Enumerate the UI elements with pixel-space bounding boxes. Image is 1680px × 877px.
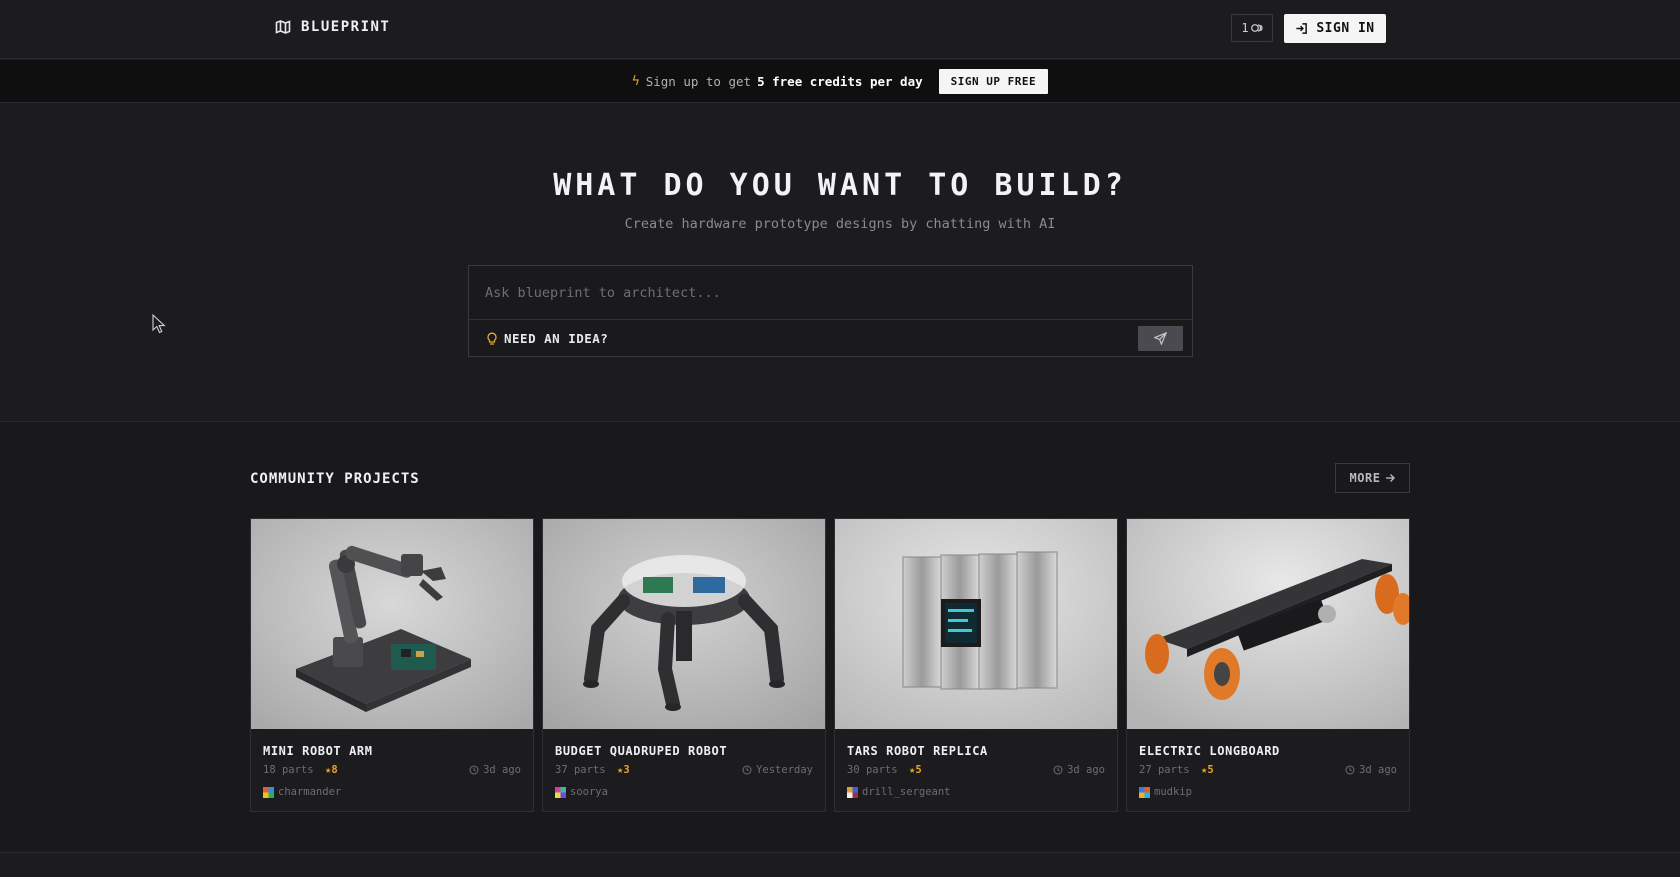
map-icon	[275, 20, 291, 34]
project-title: BUDGET QUADRUPED ROBOT	[555, 744, 728, 758]
banner-text: Sign up to get	[645, 73, 752, 89]
clock-icon	[1345, 765, 1355, 775]
quadruped-robot-image	[543, 519, 825, 729]
time-label: 3d ago	[1067, 764, 1105, 776]
promo-banner: ϟ Sign up to get 5 free credits per day …	[0, 60, 1680, 103]
parts-count: 18 parts	[263, 764, 314, 776]
project-thumbnail[interactable]	[543, 519, 825, 729]
clock-icon	[1053, 765, 1063, 775]
project-title: MINI ROBOT ARM	[263, 744, 373, 758]
project-thumbnail[interactable]	[1127, 519, 1409, 729]
top-nav: BLUEPRINT 1 SIGN IN	[0, 0, 1680, 59]
project-author[interactable]: soorya	[555, 786, 608, 798]
project-time: 3d ago	[469, 764, 521, 776]
bolt-icon: ϟ	[631, 73, 640, 89]
project-author[interactable]: drill_sergeant	[847, 786, 951, 798]
time-label: Yesterday	[756, 764, 813, 776]
hero-subtitle: Create hardware prototype designs by cha…	[624, 216, 1056, 232]
clock-icon	[469, 765, 479, 775]
star-rating: ★5	[909, 764, 922, 776]
send-icon	[1154, 332, 1167, 345]
project-title: TARS ROBOT REPLICA	[847, 744, 988, 758]
hero-title: WHAT DO YOU WANT TO BUILD?	[553, 168, 1127, 203]
project-meta: 27 parts ★5 3d ago	[1139, 764, 1397, 778]
project-card[interactable]: ELECTRIC LONGBOARD 27 parts ★5 3d ago mu…	[1126, 518, 1410, 812]
project-time: Yesterday	[742, 764, 813, 776]
credits-indicator[interactable]: 1	[1231, 14, 1273, 42]
credits-count: 1	[1241, 21, 1249, 35]
time-label: 3d ago	[1359, 764, 1397, 776]
project-time: 3d ago	[1053, 764, 1105, 776]
author-name: drill_sergeant	[862, 786, 951, 798]
user-avatar	[555, 786, 566, 798]
project-card[interactable]: MINI ROBOT ARM 18 parts ★8 3d ago charma…	[250, 518, 534, 812]
sign-in-icon	[1296, 23, 1308, 34]
need-an-idea-button[interactable]: NEED AN IDEA?	[486, 331, 608, 346]
star-rating: ★5	[1201, 764, 1214, 776]
project-meta: 37 parts ★3 Yesterday	[555, 764, 813, 778]
footer-area	[0, 853, 1680, 877]
more-button[interactable]: MORE	[1335, 463, 1410, 493]
project-title: ELECTRIC LONGBOARD	[1139, 744, 1280, 758]
project-meta: 30 parts ★5 3d ago	[847, 764, 1105, 778]
time-label: 3d ago	[483, 764, 521, 776]
logo[interactable]: BLUEPRINT	[275, 19, 390, 35]
user-avatar	[847, 786, 858, 798]
project-meta: 18 parts ★8 3d ago	[263, 764, 521, 778]
user-avatar	[263, 786, 274, 798]
logo-text: BLUEPRINT	[301, 19, 391, 35]
author-name: soorya	[570, 786, 608, 798]
project-thumbnail[interactable]	[251, 519, 533, 729]
project-time: 3d ago	[1345, 764, 1397, 776]
user-avatar	[1139, 786, 1150, 798]
project-thumbnail[interactable]	[835, 519, 1117, 729]
lightbulb-icon	[487, 332, 497, 345]
tars-robot-image	[835, 519, 1117, 729]
prompt-box: NEED AN IDEA?	[468, 265, 1193, 357]
longboard-image	[1127, 519, 1409, 729]
project-author[interactable]: mudkip	[1139, 786, 1192, 798]
community-projects-title: COMMUNITY PROJECTS	[250, 471, 420, 487]
star-count: 5	[915, 764, 922, 776]
parts-count: 37 parts	[555, 764, 606, 776]
prompt-toolbar: NEED AN IDEA?	[469, 319, 1192, 356]
banner-highlight: 5 free credits per day	[757, 73, 923, 89]
star-rating: ★8	[325, 764, 338, 776]
author-name: charmander	[278, 786, 342, 798]
star-count: 3	[623, 764, 630, 776]
need-an-idea-label: NEED AN IDEA?	[504, 331, 609, 346]
robot-arm-image	[251, 519, 533, 729]
project-author[interactable]: charmander	[263, 786, 341, 798]
arrow-right-icon	[1386, 474, 1396, 482]
project-card[interactable]: BUDGET QUADRUPED ROBOT 37 parts ★3 Yeste…	[542, 518, 826, 812]
star-count: 5	[1207, 764, 1214, 776]
mouse-cursor-icon	[152, 314, 166, 334]
sign-up-free-button[interactable]: SIGN UP FREE	[938, 68, 1049, 94]
clock-icon	[742, 765, 752, 775]
send-button[interactable]	[1138, 326, 1183, 351]
parts-count: 27 parts	[1139, 764, 1190, 776]
author-name: mudkip	[1154, 786, 1192, 798]
project-card[interactable]: TARS ROBOT REPLICA 30 parts ★5 3d ago dr…	[834, 518, 1118, 812]
prompt-input[interactable]	[469, 266, 1192, 319]
coins-icon	[1250, 24, 1263, 32]
parts-count: 30 parts	[847, 764, 898, 776]
star-rating: ★3	[617, 764, 630, 776]
sign-in-label: SIGN IN	[1316, 21, 1375, 36]
more-label: MORE	[1349, 471, 1381, 485]
star-count: 8	[331, 764, 338, 776]
sign-in-button[interactable]: SIGN IN	[1284, 14, 1386, 43]
